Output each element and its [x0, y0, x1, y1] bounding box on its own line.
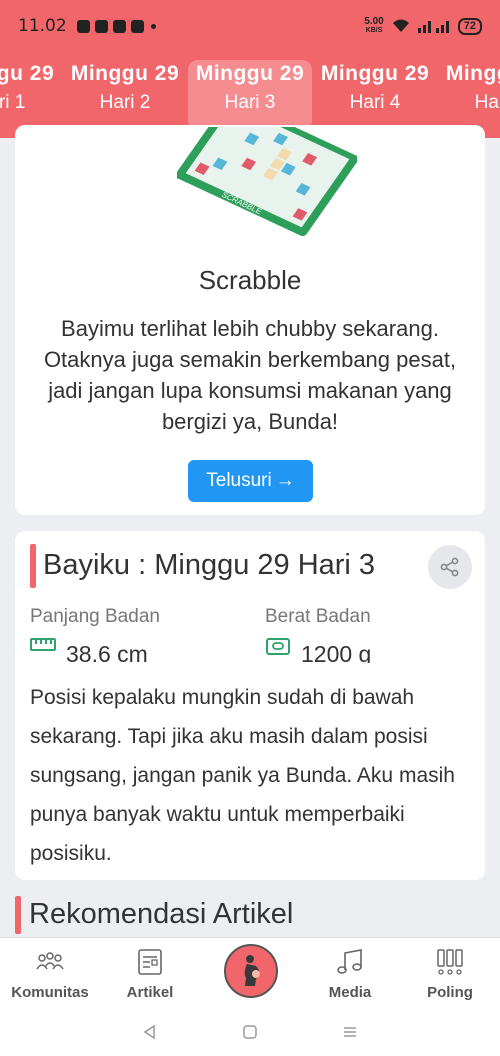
activity-title: Scrabble	[198, 265, 302, 295]
section-accent	[15, 896, 21, 934]
explore-label: Telusuri	[206, 470, 272, 491]
baby-description: Posisi kepalaku mungkin sudah di bawah s…	[30, 686, 455, 865]
nav-center-button[interactable]	[224, 944, 278, 998]
week-tab-hari-4[interactable]: Minggu 29 Hari 4	[313, 60, 437, 130]
more-notifications-icon	[150, 23, 156, 29]
nav-media[interactable]: Media	[305, 946, 395, 1001]
signal-icon	[417, 21, 449, 33]
nav-artikel[interactable]: Artikel	[105, 946, 195, 1001]
community-icon	[36, 952, 64, 970]
app-icon	[112, 19, 126, 33]
music-icon	[337, 949, 362, 974]
pregnancy-icon	[244, 955, 260, 986]
length-label: Panjang Badan	[30, 606, 160, 627]
battery-indicator: 72	[457, 17, 482, 35]
recommendations-title: Rekomendasi Artikel	[29, 898, 294, 930]
back-icon[interactable]	[142, 1024, 158, 1040]
shopping-bag-icon	[94, 19, 108, 33]
status-bar: 11.02 5.00 KB/S 72	[0, 0, 500, 52]
week-tab-hari-1[interactable]: Minggu 29 Hari 1	[0, 60, 62, 130]
weight-value-row: 1200 g	[265, 637, 371, 663]
bottom-navigation: Komunitas Artikel Media Poling	[0, 937, 500, 1007]
explore-button[interactable]: Telusuri →	[188, 460, 313, 502]
ruler-icon	[30, 638, 56, 651]
nav-komunitas-label: Komunitas	[11, 984, 89, 1001]
scale-icon	[266, 638, 290, 655]
weight-value: 1200 g	[301, 641, 372, 663]
share-button[interactable]	[428, 545, 472, 589]
length-value: 38.6 cm	[66, 641, 148, 663]
wifi-icon	[392, 19, 409, 32]
section-accent	[30, 544, 36, 588]
activity-description: Bayimu terlihat lebih chubby sekarang. O…	[43, 316, 457, 434]
scrabble-board-image: SCRABBLE	[177, 127, 357, 237]
nav-poling[interactable]: Poling	[405, 946, 495, 1001]
activity-card: SCRABBLE Scrabble Bayimu terlihat lebih …	[15, 125, 485, 515]
week-tab-hari-3[interactable]: Minggu 29 Hari 3	[188, 60, 312, 130]
nav-poling-label: Poling	[427, 984, 473, 1001]
status-right: 5.00 KB/S 72	[364, 17, 482, 35]
weight-label: Berat Badan	[265, 606, 371, 627]
network-speed: 5.00 KB/S	[364, 16, 384, 35]
poll-icon	[437, 949, 463, 975]
nav-artikel-label: Artikel	[126, 984, 174, 1001]
arrow-right-icon: →	[275, 470, 295, 491]
baby-card-title: Bayiku : Minggu 29 Hari 3	[43, 549, 376, 581]
week-tab-hari-5[interactable]: Minggu 29 Hari 5	[438, 60, 500, 130]
article-icon	[138, 949, 162, 975]
recents-icon[interactable]	[342, 1024, 358, 1040]
system-navigation	[0, 1007, 500, 1056]
status-time: 11.02	[18, 16, 67, 36]
nav-media-label: Media	[328, 984, 372, 1001]
share-icon	[440, 557, 459, 577]
youtube-icon	[130, 19, 144, 33]
baby-info-card: Bayiku : Minggu 29 Hari 3 Panjang Badan …	[15, 531, 485, 880]
notification-icon	[76, 19, 90, 33]
home-icon[interactable]	[242, 1024, 258, 1040]
nav-komunitas[interactable]: Komunitas	[5, 946, 95, 1001]
length-value-row: 38.6 cm	[30, 637, 148, 663]
week-tab-hari-2[interactable]: Minggu 29 Hari 2	[63, 60, 187, 130]
